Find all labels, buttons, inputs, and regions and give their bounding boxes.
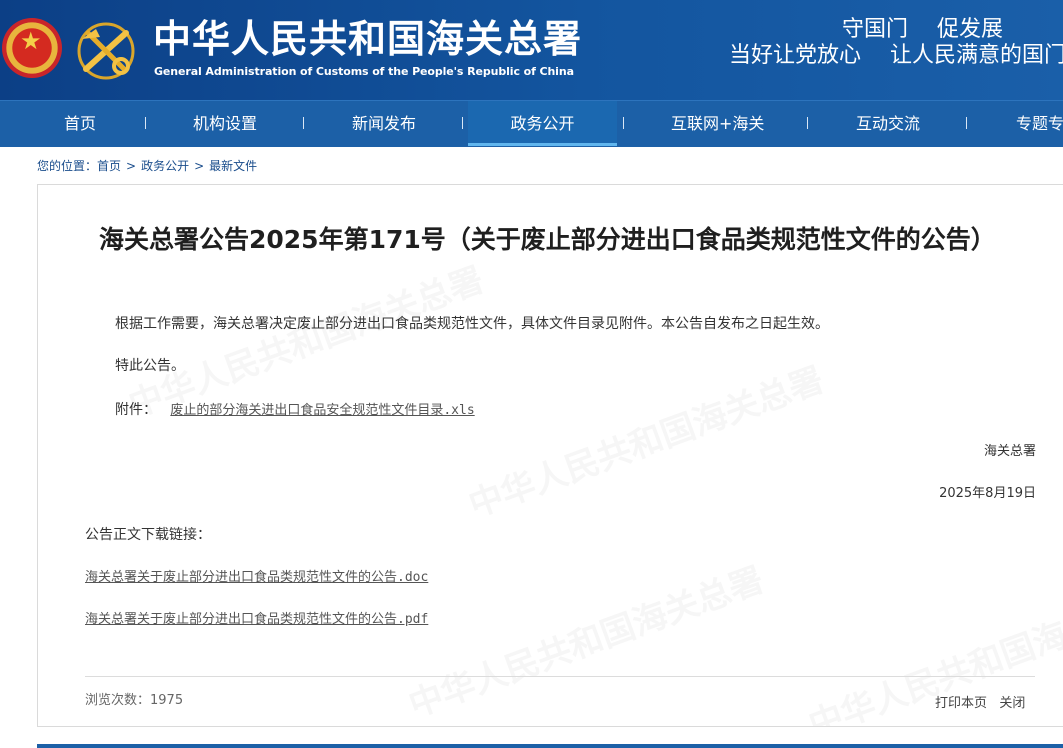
download-label: 公告正文下载链接：	[85, 527, 211, 543]
nav-item-interaction[interactable]: 互动交流	[856, 101, 920, 146]
publish-date: 2025年8月19日	[939, 486, 1036, 501]
site-header: 中华人民共和国海关总署 General Administration of Cu…	[0, 0, 1063, 100]
breadcrumb-home-link[interactable]: 首页	[97, 157, 121, 175]
site-title: 中华人民共和国海关总署	[153, 16, 583, 61]
watermark: 中华人民共和国海关总署	[403, 560, 769, 726]
attachment-row: 附件： 废止的部分海关进出口食品安全规范性文件目录.xls	[115, 399, 475, 419]
breadcrumb-government-affairs-link[interactable]: 政务公开	[141, 157, 189, 175]
main-navigation: 首页 机构设置 新闻发布 政务公开 互联网+海关 互动交流 专题专栏	[0, 100, 1063, 147]
nav-item-news[interactable]: 新闻发布	[352, 101, 416, 146]
breadcrumb-separator: >	[126, 159, 137, 173]
nav-item-government-affairs[interactable]: 政务公开	[468, 101, 617, 146]
slogan-line-1: 守国门 促发展	[842, 17, 1003, 42]
attachment-link[interactable]: 废止的部分海关进出口食品安全规范性文件目录.xls	[170, 403, 474, 418]
nav-separator	[966, 117, 967, 129]
footer-divider	[85, 676, 1035, 677]
print-page-link[interactable]: 打印本页	[935, 696, 987, 711]
watermark: 中华人民共和国海关总署	[463, 360, 829, 526]
close-page-link[interactable]: 关闭	[999, 696, 1025, 711]
nav-item-special-topics[interactable]: 专题专栏	[1016, 101, 1063, 146]
slogan-line-2: 当好让党放心 让人民满意的国门	[729, 43, 1063, 68]
breadcrumb-separator: >	[194, 159, 205, 173]
site-subtitle: General Administration of Customs of the…	[154, 65, 574, 78]
bottom-bar	[37, 744, 1063, 748]
article-paragraph: 根据工作需要，海关总署决定废止部分进出口食品类规范性文件，具体文件目录见附件。本…	[115, 316, 829, 332]
nav-item-organization[interactable]: 机构设置	[193, 101, 257, 146]
signature: 海关总署	[983, 444, 1036, 459]
nav-item-home[interactable]: 首页	[64, 101, 96, 146]
attachment-label: 附件：	[115, 402, 157, 418]
nav-separator	[303, 117, 304, 129]
nav-item-internet-plus-customs[interactable]: 互联网+海关	[671, 101, 764, 146]
footer-actions: 打印本页 关闭	[935, 692, 1025, 711]
article-paragraph: 特此公告。	[115, 358, 185, 374]
customs-emblem-icon	[77, 22, 135, 80]
nav-separator	[462, 117, 463, 129]
nav-separator	[807, 117, 808, 129]
download-row: 海关总署关于废止部分进出口食品类规范性文件的公告.doc	[85, 566, 428, 585]
article-container: 中华人民共和国海关总署 中华人民共和国海关总署 中华人民共和国海关总署 中华人民…	[37, 184, 1063, 727]
national-emblem-icon	[2, 18, 62, 78]
download-pdf-link[interactable]: 海关总署关于废止部分进出口食品类规范性文件的公告.pdf	[85, 612, 428, 627]
view-count: 浏览次数：1975	[85, 693, 184, 708]
breadcrumb: 您的位置：首页 > 政务公开 > 最新文件	[37, 157, 257, 175]
breadcrumb-latest-documents-link[interactable]: 最新文件	[209, 157, 257, 175]
breadcrumb-prefix: 您的位置：	[37, 159, 98, 173]
nav-separator	[623, 117, 624, 129]
download-doc-link[interactable]: 海关总署关于废止部分进出口食品类规范性文件的公告.doc	[85, 570, 428, 585]
nav-separator	[145, 117, 146, 129]
download-row: 海关总署关于废止部分进出口食品类规范性文件的公告.pdf	[85, 608, 428, 627]
article-title: 海关总署公告2025年第171号（关于废止部分进出口食品类规范性文件的公告）	[99, 225, 996, 254]
